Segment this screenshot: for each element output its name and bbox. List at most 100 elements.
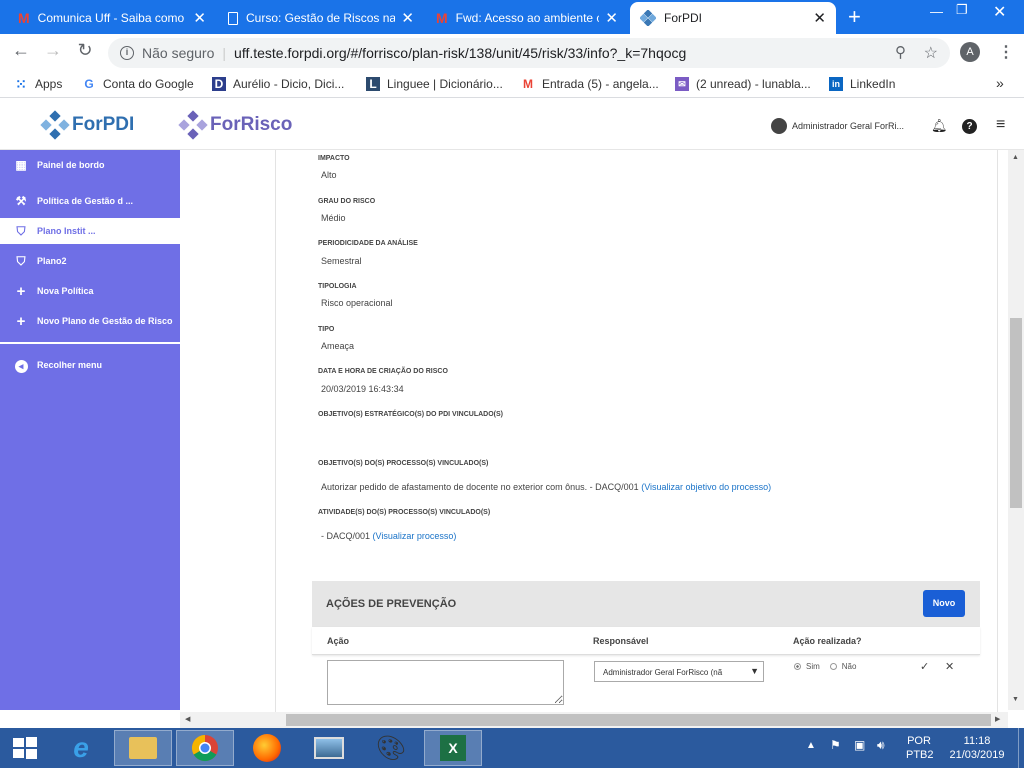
- firefox-icon[interactable]: [238, 730, 296, 766]
- help-icon[interactable]: ?: [962, 119, 977, 134]
- forpdi-icon: [640, 10, 656, 26]
- bookmark-label: (2 unread) - lunabla...: [696, 77, 811, 91]
- forrisco-logo[interactable]: ForRisco: [178, 110, 292, 140]
- sidebar-item-novo-plano[interactable]: + Novo Plano de Gestão de Risco: [0, 308, 180, 334]
- bookmark-gmail[interactable]: M Entrada (5) - angela...: [521, 77, 659, 91]
- action-textarea[interactable]: [327, 660, 564, 705]
- volume-icon[interactable]: 🔊︎: [877, 738, 885, 753]
- field-label: PERIODICIDADE DA ANÁLISE: [318, 240, 418, 247]
- back-button[interactable]: ←: [8, 40, 34, 61]
- confirm-check-icon[interactable]: ✓: [920, 660, 929, 673]
- dashboard-icon: ▦: [15, 158, 27, 172]
- close-tab-icon[interactable]: ✕: [193, 9, 206, 27]
- network-icon[interactable]: ▣: [854, 738, 865, 752]
- bookmark-mail[interactable]: ✉ (2 unread) - lunabla...: [675, 77, 811, 91]
- user-menu[interactable]: Administrador Geral ForRi...: [771, 118, 904, 134]
- user-avatar-icon: [771, 118, 787, 134]
- photos-icon[interactable]: [300, 730, 358, 766]
- bookmark-dicio[interactable]: D Aurélio - Dicio, Dici...: [212, 77, 344, 91]
- sidebar-item-dashboard[interactable]: ▦ Painel de bordo: [0, 152, 180, 178]
- clock[interactable]: 11:18 21/03/2019: [946, 734, 1008, 762]
- browser-menu-icon[interactable]: ⋮: [998, 42, 1014, 62]
- scrollbar-thumb[interactable]: [286, 714, 991, 726]
- show-hidden-icons-icon[interactable]: ▲: [806, 740, 816, 751]
- hamburger-menu-icon[interactable]: ≡: [996, 116, 1005, 134]
- responsible-select[interactable]: Administrador Geral ForRisco (nã ▼: [594, 661, 764, 682]
- windows-logo-icon: [13, 737, 37, 759]
- bookmark-google[interactable]: G Conta do Google: [82, 77, 193, 91]
- radio-yes-label: Sim: [806, 662, 820, 671]
- browser-tab[interactable]: Curso: Gestão de Riscos na ✕: [218, 2, 424, 34]
- browser-tab[interactable]: M Fwd: Acesso ao ambiente c ✕: [426, 2, 628, 34]
- close-window-button[interactable]: ✕: [993, 2, 1006, 22]
- windows-start-icon[interactable]: [0, 730, 50, 766]
- chrome-icon[interactable]: [176, 730, 234, 766]
- vertical-scrollbar[interactable]: ▲ ▼: [1008, 150, 1024, 710]
- radio-yes[interactable]: [794, 663, 801, 670]
- show-desktop-button[interactable]: [1018, 728, 1024, 768]
- reload-button[interactable]: ↻: [72, 40, 98, 61]
- sidebar-item-plano2[interactable]: ⛉ Plano2: [0, 248, 180, 274]
- zoom-icon[interactable]: ⚲: [895, 43, 906, 61]
- bookmark-label: Aurélio - Dicio, Dici...: [233, 77, 345, 91]
- view-process-objective-link[interactable]: (Visualizar objetivo do processo): [641, 482, 771, 492]
- new-action-button[interactable]: Novo: [923, 590, 965, 617]
- flag-icon[interactable]: ⚑: [830, 738, 841, 752]
- cancel-x-icon[interactable]: ✕: [945, 660, 954, 673]
- close-tab-icon[interactable]: ✕: [401, 9, 414, 27]
- forpdi-logo-icon: [40, 110, 70, 140]
- bookmark-linguee[interactable]: L Linguee | Dicionário...: [366, 77, 503, 91]
- view-process-link[interactable]: (Visualizar processo): [373, 531, 457, 541]
- google-icon: G: [84, 77, 94, 91]
- sidebar-item-nova-politica[interactable]: + Nova Política: [0, 278, 180, 304]
- field-label: GRAU DO RISCO: [318, 198, 376, 205]
- tab-title: Curso: Gestão de Riscos na: [246, 11, 396, 25]
- minimize-button[interactable]: —: [930, 4, 943, 19]
- forpdi-logo[interactable]: ForPDI: [40, 110, 134, 140]
- scrollbar-thumb[interactable]: [1010, 318, 1022, 508]
- picture-icon: [314, 737, 344, 759]
- collapse-menu-button[interactable]: ◂ Recolher menu: [0, 352, 180, 378]
- field-value: Ameaça: [321, 341, 355, 351]
- language-code: POR: [907, 735, 931, 747]
- sidebar-item-plano-instit[interactable]: ⛉ Plano Instit ...: [0, 218, 180, 244]
- sidebar-item-policy[interactable]: ⚒ Política de Gestão d ...: [0, 188, 180, 214]
- scroll-left-icon[interactable]: ◀: [185, 715, 190, 723]
- notifications-bell-icon[interactable]: 🔔︎: [931, 118, 948, 134]
- browser-tab-active[interactable]: ForPDI ✕: [630, 2, 836, 34]
- address-bar[interactable]: i Não seguro | uff.teste.forpdi.org/#/fo…: [108, 38, 950, 68]
- info-icon[interactable]: i: [120, 46, 134, 60]
- profile-avatar[interactable]: A: [960, 42, 980, 62]
- bookmark-linkedin[interactable]: in LinkedIn: [829, 77, 895, 91]
- horizontal-scrollbar[interactable]: ◀ ▶: [180, 712, 1008, 728]
- language-indicator[interactable]: POR PTB2: [906, 734, 934, 762]
- forpdi-logo-text: ForPDI: [72, 114, 135, 135]
- clock-date: 21/03/2019: [949, 749, 1005, 761]
- close-tab-icon[interactable]: ✕: [813, 9, 826, 27]
- browser-tab[interactable]: M Comunica Uff - Saiba como ✕: [8, 2, 216, 34]
- maximize-button[interactable]: ❐: [956, 2, 968, 18]
- linkedin-icon: in: [829, 77, 843, 91]
- process-objectives-text: Autorizar pedido de afastamento de docen…: [321, 482, 639, 492]
- bookmark-star-icon[interactable]: ☆: [924, 43, 938, 63]
- file-explorer-icon[interactable]: [114, 730, 172, 766]
- scroll-down-icon[interactable]: ▼: [1012, 696, 1019, 703]
- excel-icon[interactable]: X: [424, 730, 482, 766]
- scroll-right-icon[interactable]: ▶: [995, 715, 1000, 723]
- new-tab-button[interactable]: +: [848, 4, 861, 30]
- radio-no[interactable]: [829, 663, 837, 670]
- column-header-done: Ação realizada?: [793, 636, 862, 646]
- sidebar-item-label: Nova Política: [37, 286, 94, 296]
- gavel-icon: ⚒: [15, 194, 27, 208]
- shield-icon: ⛉: [16, 253, 26, 268]
- scroll-up-icon[interactable]: ▲: [1012, 154, 1019, 161]
- user-name: Administrador Geral ForRi...: [792, 121, 905, 131]
- paint-icon[interactable]: 🎨︎: [362, 730, 420, 766]
- forward-button[interactable]: →: [40, 40, 66, 61]
- bookmark-apps[interactable]: ⁙ Apps: [14, 77, 62, 91]
- more-bookmarks-icon[interactable]: »: [996, 75, 1004, 91]
- ie-icon[interactable]: e: [52, 730, 110, 766]
- url-text[interactable]: uff.teste.forpdi.org/#/forrisco/plan-ris…: [234, 45, 686, 61]
- close-tab-icon[interactable]: ✕: [605, 9, 618, 27]
- sidebar-divider: [0, 342, 180, 344]
